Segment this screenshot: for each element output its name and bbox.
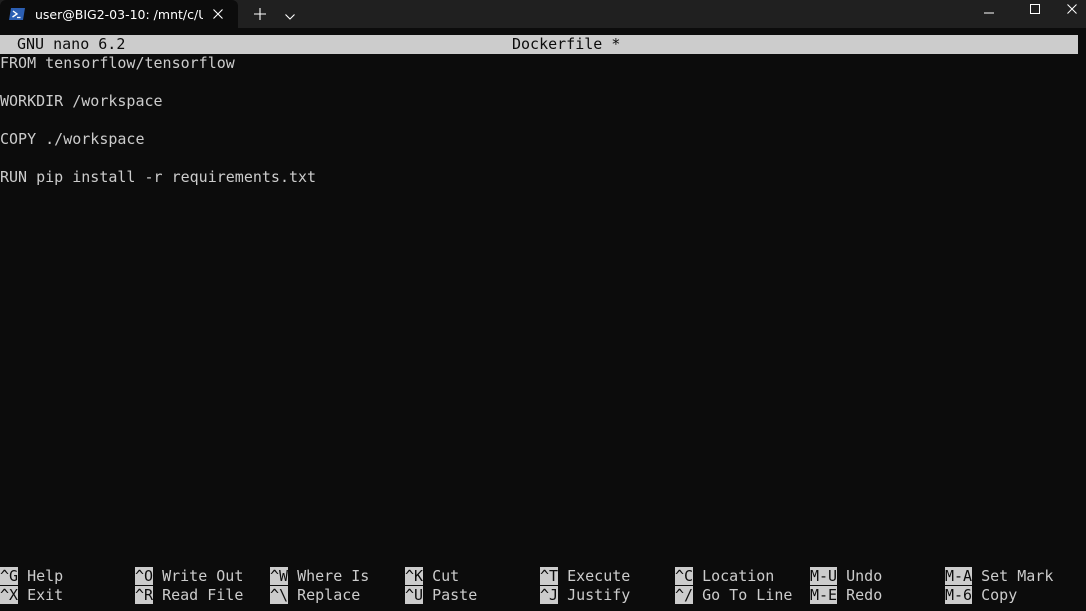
shortcut-copy: M-6 Copy — [945, 586, 1017, 605]
shortcut-label: Help — [27, 567, 64, 585]
shortcut-key: ^J — [540, 586, 559, 604]
shortcut-key: M-6 — [945, 586, 973, 604]
shortcut-key: ^C — [675, 567, 694, 585]
tab-close-icon[interactable] — [210, 6, 226, 22]
chevron-down-icon — [285, 5, 295, 24]
shortcut-label: Where Is — [297, 567, 370, 585]
shortcut-label: Cut — [432, 567, 460, 585]
title-bar: user@BIG2-03-10: /mnt/c/Use — [0, 0, 1086, 28]
shortcut-set-mark: M-A Set Mark — [945, 567, 1053, 586]
shortcut-key: M-U — [810, 567, 838, 585]
window-close-button[interactable] — [1058, 0, 1086, 16]
shortcut-label: Write Out — [162, 567, 244, 585]
shortcut-paste: ^U Paste — [405, 586, 477, 605]
close-icon — [1067, 0, 1077, 18]
terminal-tab[interactable]: user@BIG2-03-10: /mnt/c/Use — [0, 0, 238, 28]
shortcut-label: Paste — [432, 586, 478, 604]
nano-filename: Dockerfile * — [512, 35, 621, 53]
shortcut-go-to-line: ^/ Go To Line — [675, 586, 792, 605]
shortcut-write-out: ^O Write Out — [135, 567, 243, 586]
tab-title: user@BIG2-03-10: /mnt/c/Use — [35, 6, 203, 22]
shortcut-help: ^G Help — [0, 567, 63, 586]
nano-version: GNU nano 6.2 — [17, 35, 126, 53]
shortcut-exit: ^X Exit — [0, 586, 63, 605]
new-tab-button[interactable] — [248, 3, 272, 25]
code-line: COPY ./workspace — [0, 130, 145, 148]
shortcut-key: ^/ — [675, 586, 694, 604]
shortcut-label: Replace — [297, 586, 361, 604]
shortcut-key: ^\ — [270, 586, 289, 604]
shortcut-label: Copy — [981, 586, 1018, 604]
shortcut-label: Set Mark — [981, 567, 1054, 585]
shortcut-justify: ^J Justify — [540, 586, 630, 605]
nano-header-bar: GNU nano 6.2 Dockerfile * — [0, 35, 1078, 54]
shortcut-label: Redo — [846, 586, 883, 604]
powershell-icon — [9, 7, 25, 21]
code-line: FROM tensorflow/tensorflow — [0, 54, 235, 72]
shortcut-undo: M-U Undo — [810, 567, 882, 586]
editor-buffer[interactable]: FROM tensorflow/tensorflow WORKDIR /work… — [0, 54, 1086, 187]
minimize-icon — [984, 0, 994, 18]
shortcut-label: Undo — [846, 567, 883, 585]
shortcut-key: ^K — [405, 567, 424, 585]
tab-dropdown-button[interactable] — [278, 3, 302, 25]
shortcut-key: ^T — [540, 567, 559, 585]
shortcut-execute: ^T Execute — [540, 567, 630, 586]
shortcut-key: ^R — [135, 586, 154, 604]
shortcut-key: M-A — [945, 567, 973, 585]
shortcut-location: ^C Location — [675, 567, 774, 586]
maximize-icon — [1030, 0, 1040, 18]
shortcut-bar: ^G Help ^O Write Out ^W Where Is ^K Cut … — [0, 567, 1086, 607]
maximize-button[interactable] — [1012, 0, 1058, 16]
minimize-button[interactable] — [966, 0, 1012, 16]
shortcut-read-file: ^R Read File — [135, 586, 243, 605]
shortcut-cut: ^K Cut — [405, 567, 459, 586]
shortcut-label: Exit — [27, 586, 64, 604]
shortcut-key: ^G — [0, 567, 19, 585]
terminal-area[interactable]: GNU nano 6.2 Dockerfile * FROM tensorflo… — [0, 28, 1086, 611]
shortcut-label: Go To Line — [702, 586, 793, 604]
code-line: WORKDIR /workspace — [0, 92, 163, 110]
shortcut-replace: ^\ Replace — [270, 586, 360, 605]
shortcut-key: ^U — [405, 586, 424, 604]
shortcut-key: ^W — [270, 567, 289, 585]
shortcut-key: ^O — [135, 567, 154, 585]
shortcut-key: ^X — [0, 586, 19, 604]
shortcut-label: Execute — [567, 567, 631, 585]
shortcut-redo: M-E Redo — [810, 586, 882, 605]
shortcut-label: Location — [702, 567, 775, 585]
shortcut-label: Read File — [162, 586, 244, 604]
shortcut-label: Justify — [567, 586, 631, 604]
plus-icon — [254, 5, 266, 24]
shortcut-key: M-E — [810, 586, 838, 604]
shortcut-where-is: ^W Where Is — [270, 567, 369, 586]
code-line: RUN pip install -r requirements.txt — [0, 168, 317, 186]
